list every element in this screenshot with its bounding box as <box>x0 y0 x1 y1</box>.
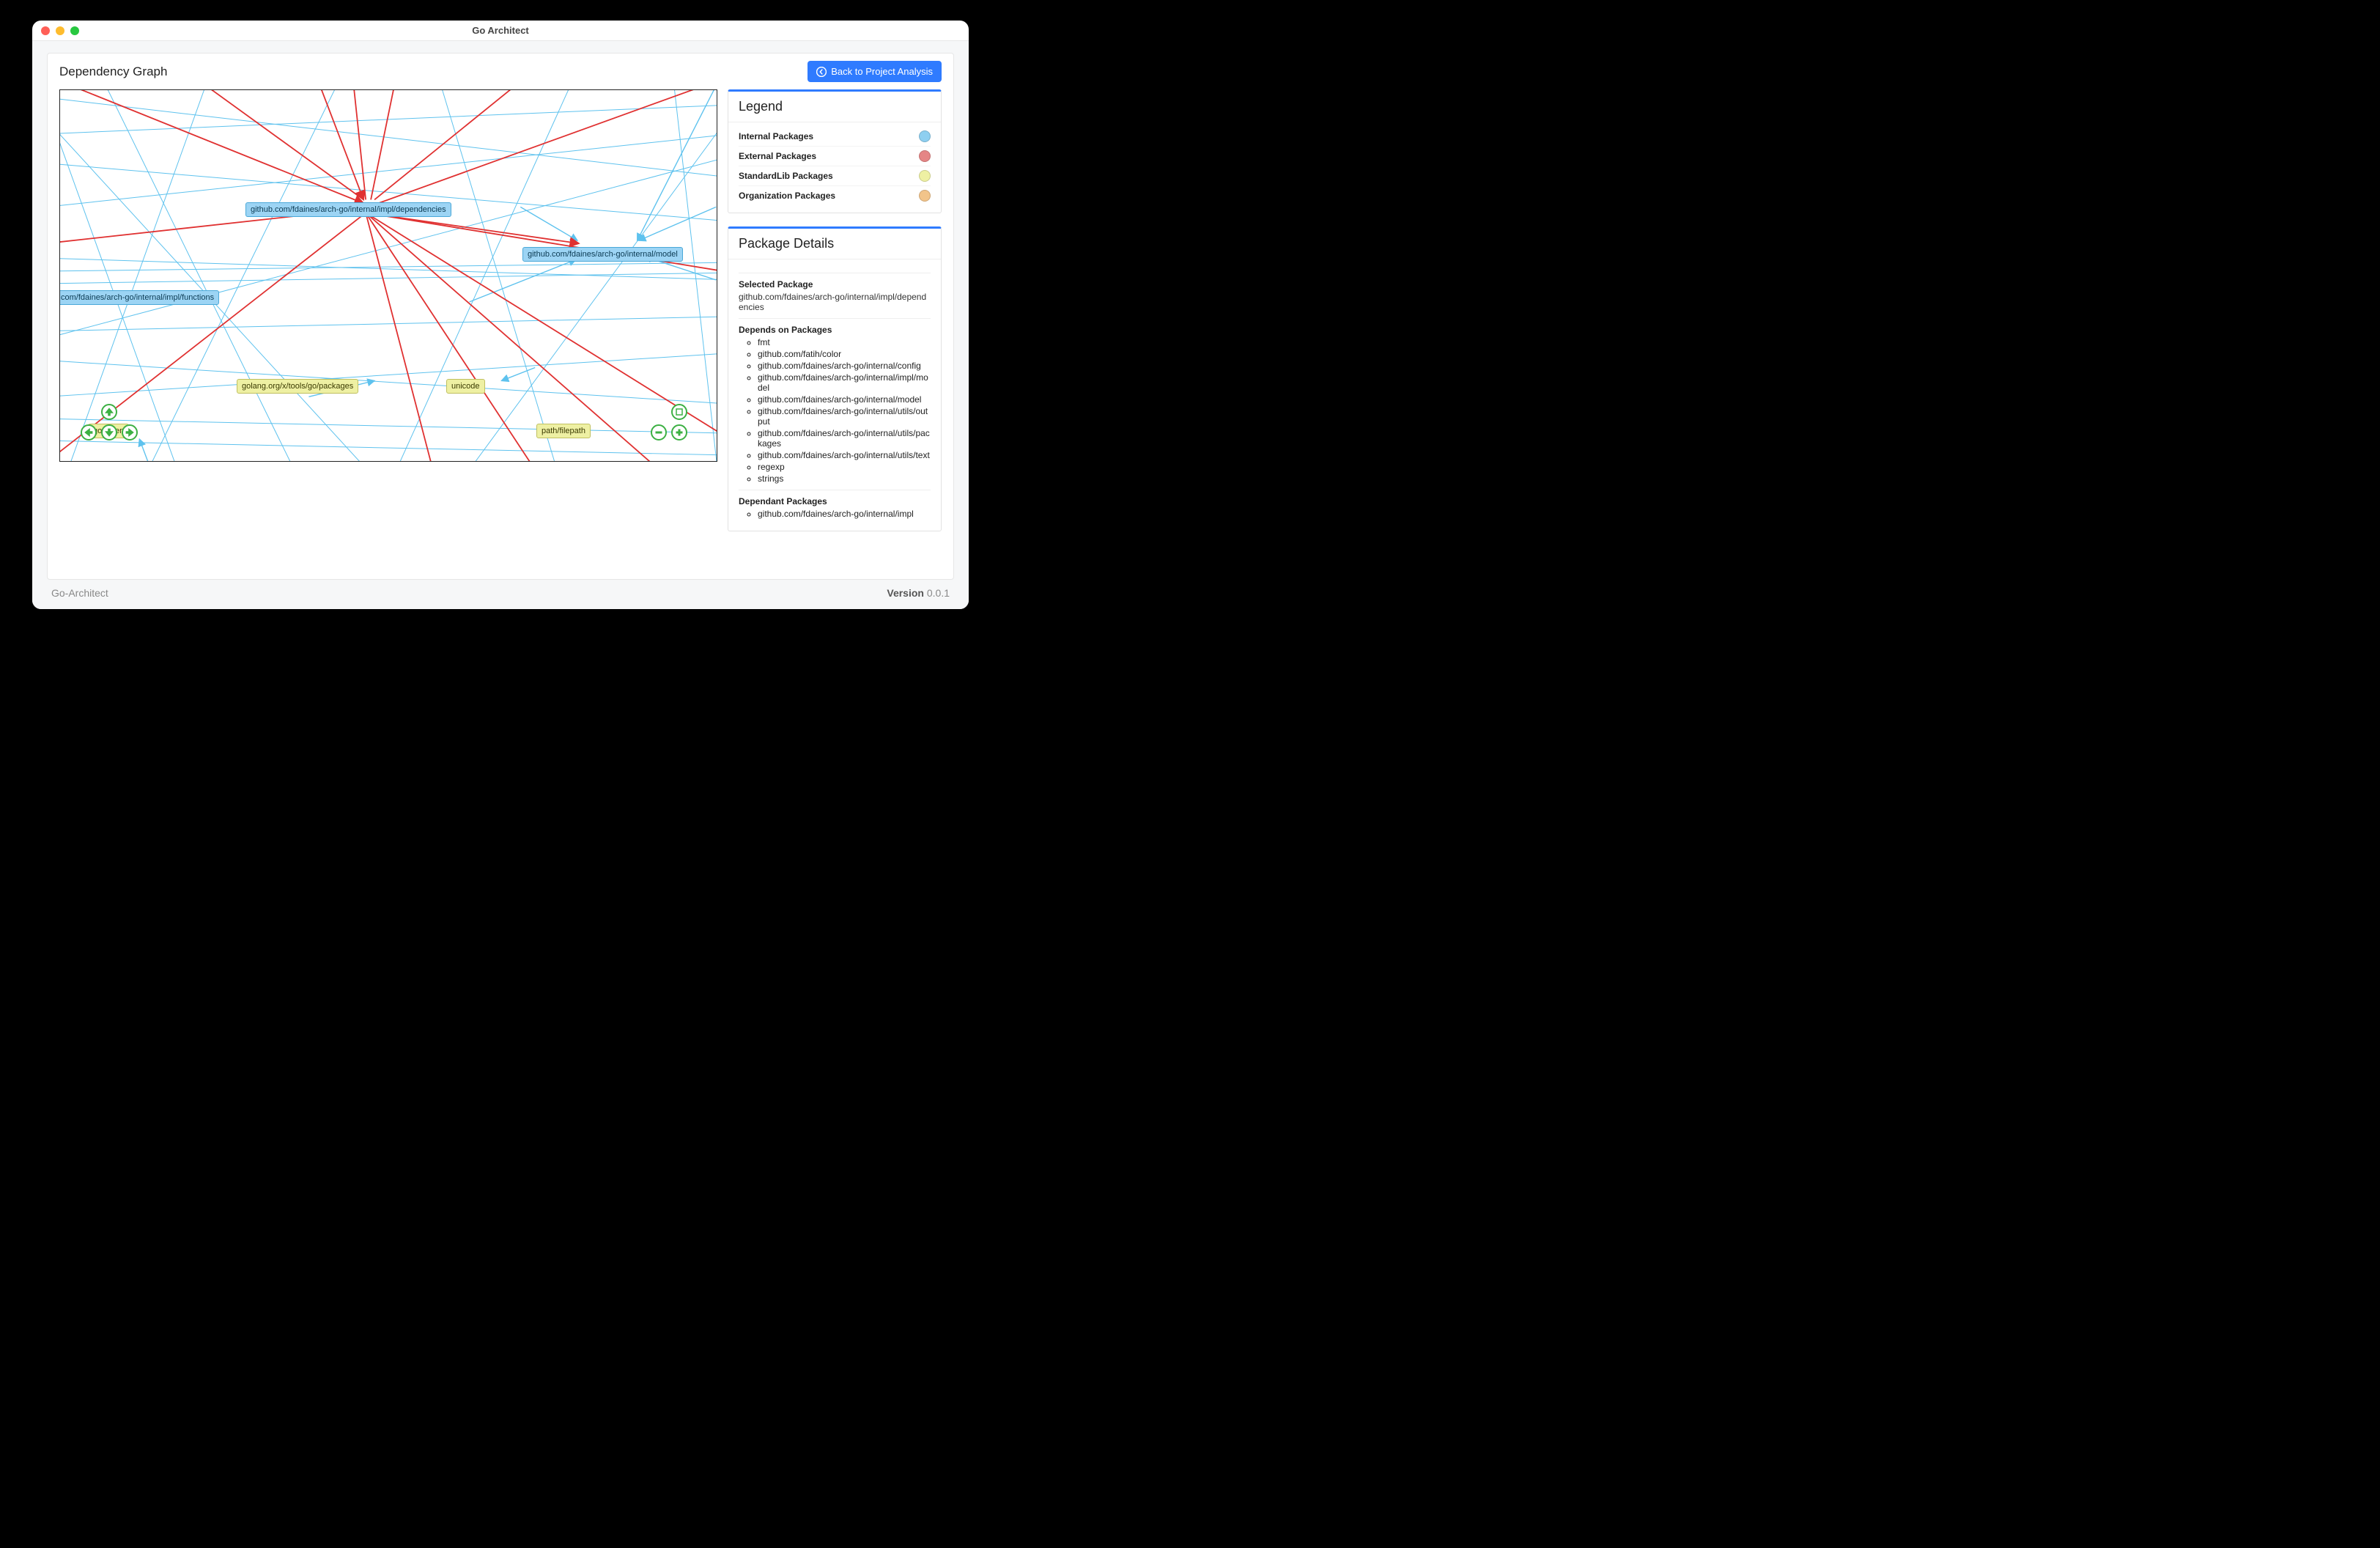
legend-label: Internal Packages <box>739 131 813 141</box>
depends-on-list: fmt github.com/fatih/color github.com/fdai… <box>739 337 931 484</box>
list-item: github.com/fatih/color <box>758 349 931 359</box>
list-item: github.com/fdaines/arch-go/internal/util… <box>758 406 931 427</box>
legend-swatch-internal <box>919 130 931 142</box>
legend-swatch-org <box>919 190 931 202</box>
dependant-list: github.com/fdaines/arch-go/internal/impl <box>739 509 931 519</box>
list-item: regexp <box>758 462 931 472</box>
footer-version: Version 0.0.1 <box>887 587 950 599</box>
close-icon[interactable] <box>41 26 50 35</box>
panel-header: Dependency Graph Back to Project Analysi… <box>48 54 953 89</box>
list-item: strings <box>758 473 931 484</box>
graph-svg <box>60 90 717 461</box>
pan-right-button[interactable] <box>122 424 138 441</box>
graph-node[interactable]: path/filepath <box>536 424 591 438</box>
legend-row: StandardLib Packages <box>739 166 931 185</box>
list-item: github.com/fdaines/arch-go/internal/util… <box>758 450 931 460</box>
back-to-analysis-button[interactable]: Back to Project Analysis <box>808 61 942 82</box>
app-body: Dependency Graph Back to Project Analysi… <box>32 41 969 609</box>
pan-up-button[interactable] <box>101 404 117 420</box>
details-title: Package Details <box>739 236 931 251</box>
back-button-label: Back to Project Analysis <box>831 66 933 77</box>
list-item: github.com/fdaines/arch-go/internal/conf… <box>758 361 931 371</box>
legend-row: External Packages <box>739 146 931 166</box>
legend-label: External Packages <box>739 151 816 161</box>
selected-package-label: Selected Package <box>739 279 931 290</box>
selected-package-value: github.com/fdaines/arch-go/internal/impl… <box>739 292 931 312</box>
minimize-icon[interactable] <box>56 26 64 35</box>
graph-node[interactable]: com/fdaines/arch-go/internal/impl/functi… <box>59 290 219 305</box>
dependency-graph-canvas[interactable]: github.com/fdaines/arch-go/internal/impl… <box>59 89 717 462</box>
footer-app-name: Go-Architect <box>51 587 108 599</box>
graph-node[interactable]: github.com/fdaines/arch-go/internal/mode… <box>522 247 683 262</box>
legend-swatch-external <box>919 150 931 162</box>
page-title: Dependency Graph <box>59 64 167 79</box>
pan-left-button[interactable] <box>81 424 97 441</box>
panel-content: github.com/fdaines/arch-go/internal/impl… <box>48 89 953 579</box>
list-item: github.com/fdaines/arch-go/internal/util… <box>758 428 931 449</box>
zoom-fit-button[interactable] <box>671 404 687 420</box>
graph-node[interactable]: golang.org/x/tools/go/packages <box>237 379 358 394</box>
main-panel: Dependency Graph Back to Project Analysi… <box>47 53 954 580</box>
list-item: fmt <box>758 337 931 347</box>
depends-on-label: Depends on Packages <box>739 325 931 335</box>
footer: Go-Architect Version 0.0.1 <box>47 580 954 602</box>
pan-down-button[interactable] <box>101 424 117 441</box>
legend-card: Legend Internal Packages External Packag… <box>728 89 942 213</box>
package-details-card: Package Details Selected Package github.… <box>728 226 942 531</box>
graph-node[interactable]: unicode <box>446 379 485 394</box>
maximize-icon[interactable] <box>70 26 79 35</box>
zoom-in-button[interactable] <box>671 424 687 441</box>
legend-row: Organization Packages <box>739 185 931 205</box>
list-item: github.com/fdaines/arch-go/internal/impl… <box>758 372 931 393</box>
app-window: Go Architect Dependency Graph Back to Pr… <box>32 21 969 609</box>
legend-title: Legend <box>739 99 931 114</box>
dependant-label: Dependant Packages <box>739 496 931 506</box>
window-title: Go Architect <box>32 25 969 36</box>
legend-label: StandardLib Packages <box>739 171 833 181</box>
legend-label: Organization Packages <box>739 191 835 201</box>
window-controls <box>41 26 79 35</box>
legend-row: Internal Packages <box>739 127 931 146</box>
back-arrow-circle-icon <box>816 67 827 77</box>
legend-swatch-stdlib <box>919 170 931 182</box>
list-item: github.com/fdaines/arch-go/internal/impl <box>758 509 931 519</box>
titlebar: Go Architect <box>32 21 969 41</box>
list-item: github.com/fdaines/arch-go/internal/mode… <box>758 394 931 405</box>
side-column: Legend Internal Packages External Packag… <box>728 89 942 567</box>
graph-node[interactable]: github.com/fdaines/arch-go/internal/impl… <box>245 202 451 217</box>
zoom-out-button[interactable] <box>651 424 667 441</box>
